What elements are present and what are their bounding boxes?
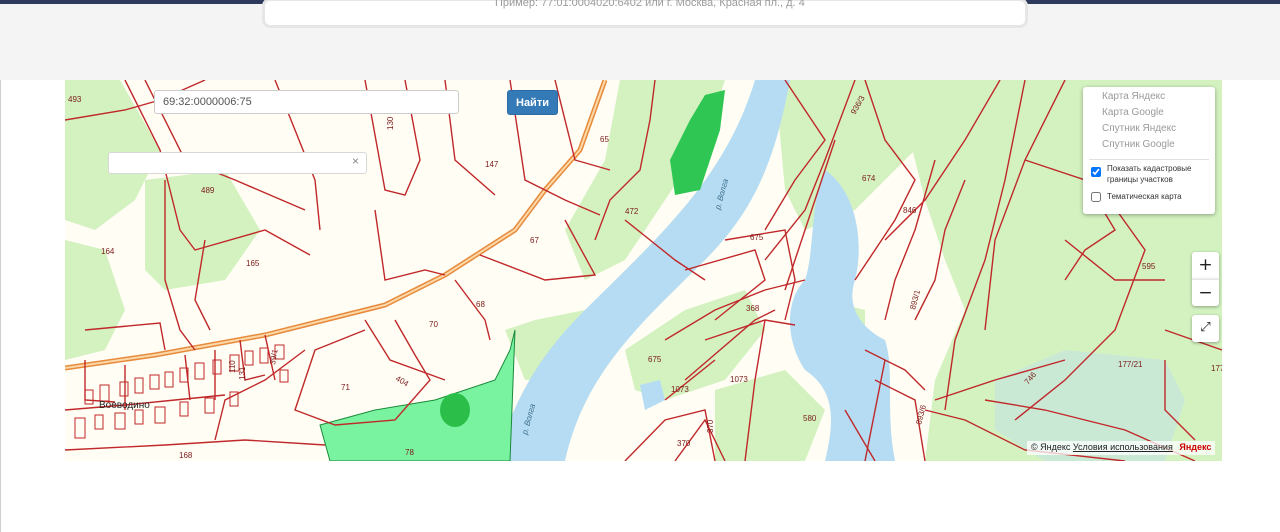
village-buildings xyxy=(74,344,289,439)
plot-label: 65 xyxy=(600,135,609,144)
map-copyright: © Яндекс Условия использования Яндекс xyxy=(1027,441,1216,455)
zoom-in-button[interactable]: + xyxy=(1192,252,1219,279)
show-cadastral-label-line-2: границы участков xyxy=(1107,175,1173,184)
plot-label: 368 xyxy=(746,304,760,313)
header-area: Пример: 77:01:0004020:6402 или г. Москва… xyxy=(0,0,1280,80)
plot-label: 1073 xyxy=(671,385,689,394)
plot-label: 164 xyxy=(101,247,115,256)
plot-label: 404 xyxy=(394,374,411,389)
layer-google-map[interactable]: Карта Google xyxy=(1102,107,1164,118)
layer-google-satellite[interactable]: Спутник Google xyxy=(1102,139,1175,150)
address-search-input[interactable] xyxy=(108,152,367,174)
layer-yandex-satellite[interactable]: Спутник Яндекс xyxy=(1102,123,1176,134)
cadastral-map[interactable]: 493 130 147 65 472 936/3 674 489 67 675 … xyxy=(65,80,1222,461)
copyright-text: © Яндекс xyxy=(1031,442,1071,452)
clear-icon[interactable]: × xyxy=(352,154,359,168)
plot-label: 675 xyxy=(648,355,662,364)
plot-label: 110 xyxy=(228,360,237,373)
plot-label: 177 xyxy=(1211,364,1222,373)
layer-yandex-map[interactable]: Карта Яндекс xyxy=(1102,91,1165,102)
layer-divider xyxy=(1089,159,1209,160)
thematic-map-checkbox[interactable] xyxy=(1091,192,1101,202)
plot-label: 168 xyxy=(179,451,193,460)
main-search-hint: Пример: 77:01:0004020:6402 или г. Москва… xyxy=(495,0,805,9)
main-search-card: Пример: 77:01:0004020:6402 или г. Москва… xyxy=(262,0,1028,28)
thematic-map-label: Тематическая карта xyxy=(1107,192,1182,201)
show-cadastral-label: Показать кадастровые границы участков xyxy=(1107,163,1191,185)
plot-label: 846 xyxy=(903,206,917,215)
plot-label: 595 xyxy=(1142,262,1156,271)
plot-label: 130 xyxy=(386,116,395,130)
plot-label: 674 xyxy=(862,174,876,183)
map-canvas[interactable]: 493 130 147 65 472 936/3 674 489 67 675 … xyxy=(65,80,1222,461)
plot-label: 675 xyxy=(750,233,764,242)
plot-78 xyxy=(319,329,516,461)
plot-label: 71 xyxy=(341,383,350,392)
plot-label: 131 xyxy=(238,366,247,380)
village-label: Воеводино xyxy=(99,400,150,411)
layer-switcher: Карта Яндекс Карта Google Спутник Яндекс… xyxy=(1083,87,1215,214)
plot-label: 147 xyxy=(485,160,499,169)
plot-label: 78 xyxy=(405,448,414,457)
cadastral-number-input[interactable] xyxy=(154,90,459,114)
plot-label: 68 xyxy=(476,300,485,309)
zoom-out-button[interactable]: − xyxy=(1192,279,1219,306)
plot-label: 370 xyxy=(706,419,715,433)
plot-label: 165 xyxy=(246,259,260,268)
plot-label: 489 xyxy=(201,186,215,195)
yandex-logo: Яндекс xyxy=(1179,442,1212,452)
plot-label: 893/1 xyxy=(908,288,922,310)
plot-label: 70 xyxy=(429,320,438,329)
show-cadastral-label-line-1: Показать кадастровые xyxy=(1107,164,1192,173)
page-left-edge xyxy=(0,80,1,532)
plot-label: 493 xyxy=(68,95,82,104)
tree-cluster xyxy=(440,393,470,427)
plot-label: 177/21 xyxy=(1118,360,1143,369)
plot-label: 1073 xyxy=(730,375,748,384)
show-cadastral-checkbox[interactable] xyxy=(1091,167,1101,177)
plot-label: 580 xyxy=(803,414,817,423)
plot-label: 39/1 xyxy=(268,348,280,365)
terms-link[interactable]: Условия использования xyxy=(1073,442,1173,452)
plot-label: 472 xyxy=(625,207,639,216)
find-button[interactable]: Найти xyxy=(507,90,558,115)
forest-area xyxy=(65,240,125,360)
fullscreen-icon[interactable]: ⤢ xyxy=(1192,315,1219,342)
plot-label: 67 xyxy=(530,236,539,245)
plot-label: 370 xyxy=(677,439,691,448)
